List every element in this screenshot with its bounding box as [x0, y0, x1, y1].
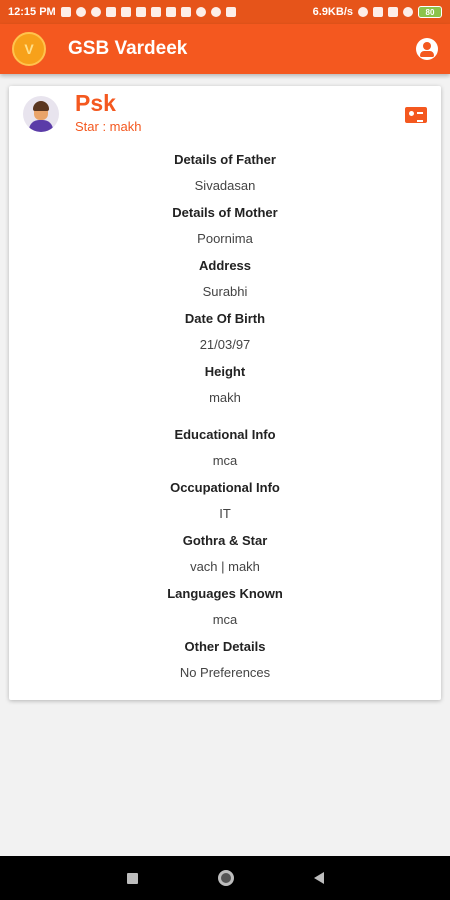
other-details-label: Other Details [184, 639, 266, 654]
notification-p2-icon [195, 7, 206, 17]
alarm-icon [358, 7, 368, 17]
system-nav-bar [0, 856, 450, 900]
profile-name: Psk [75, 90, 116, 116]
avatar-shirt [29, 120, 53, 132]
network-speed: 6.9KB/s [312, 6, 353, 18]
occupation-label: Occupational Info [170, 480, 280, 495]
avatar-hair [33, 101, 49, 111]
avatar [23, 96, 59, 132]
profile-header: Psk Star : makh [9, 86, 441, 146]
contact-card-icon[interactable] [405, 107, 427, 123]
back-button[interactable] [313, 872, 324, 884]
dob-label: Date Of Birth [184, 311, 266, 326]
wifi-icon [403, 7, 413, 17]
address-value: Surabhi [202, 284, 248, 299]
profile-star: Star : makh [75, 119, 142, 134]
notification-instagram-icon-2 [150, 7, 161, 17]
gothra-star-value: vach | makh [190, 559, 260, 574]
address-label: Address [198, 258, 252, 273]
languages-label: Languages Known [167, 586, 283, 601]
home-button[interactable] [217, 870, 234, 886]
notification-pinterest-icon [90, 7, 101, 17]
education-label: Educational Info [174, 427, 276, 442]
battery-icon: 80 [418, 6, 442, 18]
education-value: mca [212, 453, 238, 468]
notification-pinterest-icon-2 [105, 7, 116, 17]
app-logo[interactable]: V [12, 32, 46, 66]
notification-linkedin-icon-2 [180, 7, 191, 17]
app-title: GSB Vardeek [68, 38, 188, 59]
notification-p3-icon [210, 7, 221, 17]
status-time: 12:15 PM [8, 6, 56, 18]
other-details-value: No Preferences [179, 665, 271, 680]
languages-value: mca [212, 612, 238, 627]
details-list: Details of Father Sivadasan Details of M… [9, 146, 441, 686]
father-value: Sivadasan [194, 178, 256, 193]
mother-value: Poornima [197, 231, 253, 246]
father-label: Details of Father [174, 152, 276, 167]
dob-value: 21/03/97 [199, 337, 251, 352]
occupation-value: IT [219, 506, 231, 521]
gothra-star-label: Gothra & Star [182, 533, 268, 548]
notification-pen-icon [225, 7, 236, 17]
signal-icon [373, 7, 383, 17]
logo-text: V [24, 41, 34, 57]
height-value: makh [209, 390, 241, 405]
status-bar: 12:15 PM 6.9KB/s 80 [0, 0, 450, 24]
app-bar: V GSB Vardeek [0, 24, 450, 74]
signal-icon-2 [388, 7, 398, 17]
status-right: 6.9KB/s 80 [313, 6, 442, 18]
notification-facebook-icon [60, 7, 71, 17]
recents-button[interactable] [126, 872, 138, 884]
account-circle-icon[interactable] [416, 38, 438, 60]
height-label: Height [204, 364, 246, 379]
profile-card: Psk Star : makh Details of Father Sivada… [9, 86, 441, 700]
mother-label: Details of Mother [172, 205, 278, 220]
notification-linkedin-icon [165, 7, 176, 17]
status-left: 12:15 PM [8, 6, 236, 18]
notification-instagram-icon [135, 7, 146, 17]
notification-p-icon [75, 7, 86, 17]
notification-gmail-icon [120, 7, 131, 17]
